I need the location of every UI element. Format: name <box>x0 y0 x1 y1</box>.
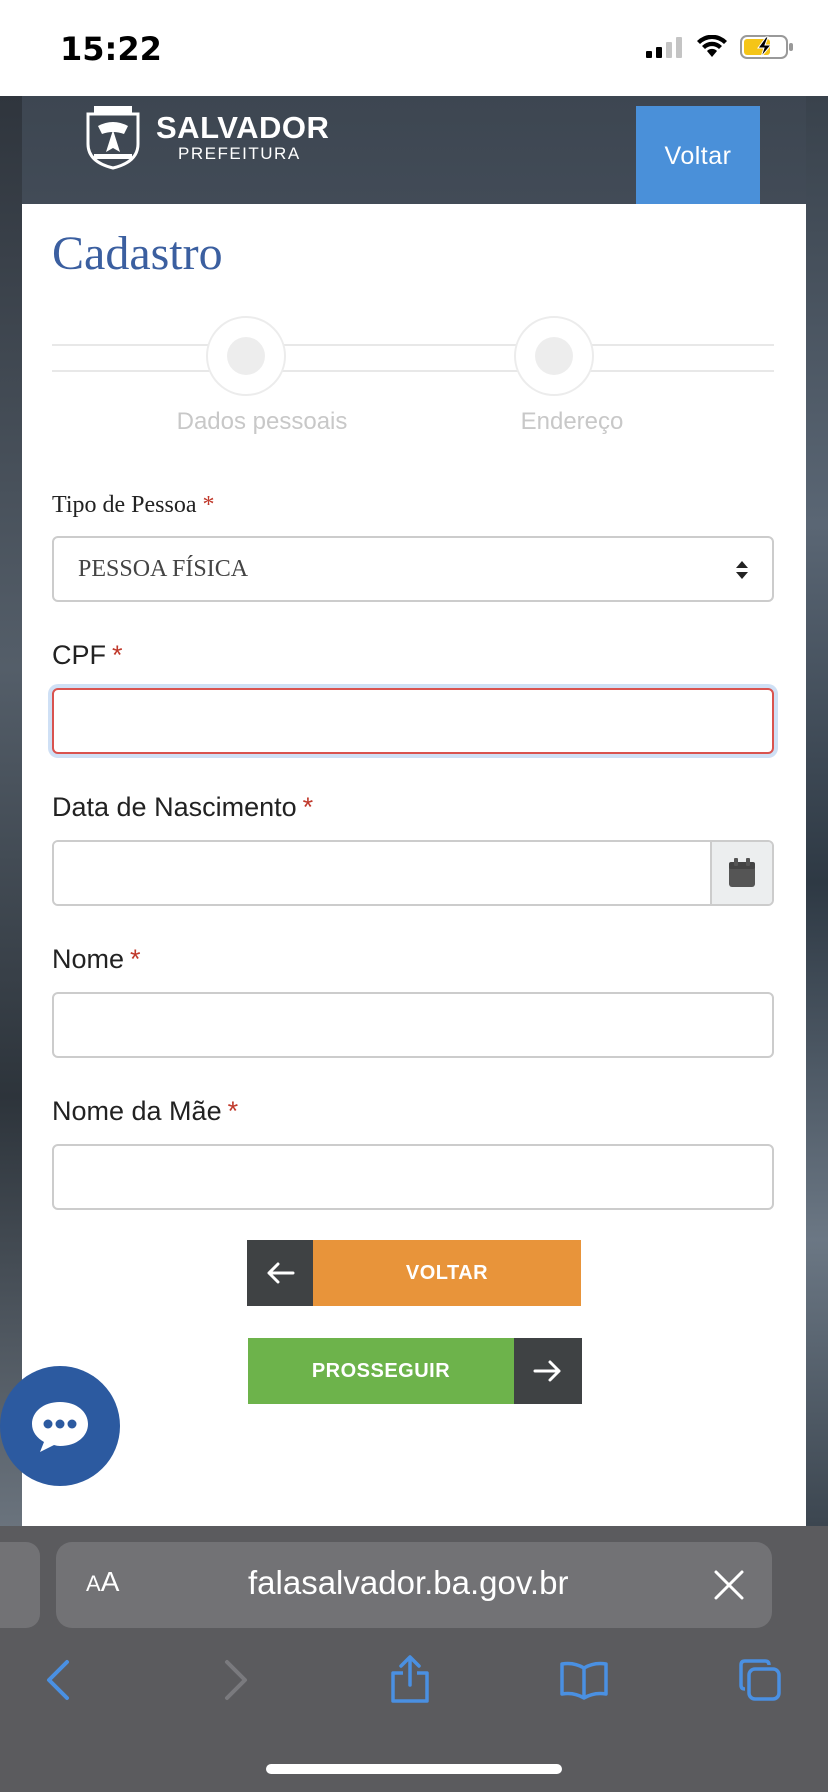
chat-button[interactable] <box>0 1366 120 1486</box>
previous-tab-preview[interactable] <box>0 1542 40 1628</box>
status-icons <box>646 34 794 60</box>
bookmarks-button[interactable] <box>554 1652 614 1708</box>
back-button-label: VOLTAR <box>313 1240 581 1306</box>
step-2-label: Endereço <box>520 408 624 435</box>
cpf-label: CPF * <box>52 640 123 670</box>
back-button[interactable]: VOLTAR <box>247 1240 581 1306</box>
home-indicator <box>266 1764 562 1774</box>
continue-button-label: PROSSEGUIR <box>248 1338 514 1404</box>
progress-stepper: Dados pessoais Endereço <box>52 312 774 452</box>
text-size-button[interactable]: AA <box>86 1566 119 1598</box>
stepper-line-top <box>52 344 774 346</box>
step-1-indicator <box>206 316 286 396</box>
required-marker: * <box>112 640 123 670</box>
calendar-icon <box>729 858 755 887</box>
header-back-button[interactable]: Voltar <box>636 106 760 206</box>
cellular-signal-icon <box>646 37 682 58</box>
name-label: Nome * <box>52 944 141 974</box>
person-type-value: PESSOA FÍSICA <box>78 555 249 582</box>
cpf-input[interactable] <box>52 688 774 754</box>
tabs-button[interactable] <box>730 1652 790 1708</box>
required-marker: * <box>302 792 314 822</box>
required-marker: * <box>202 492 215 518</box>
background-left-edge <box>0 96 22 1526</box>
step-1-label: Dados pessoais <box>176 408 348 435</box>
book-icon <box>560 1661 608 1700</box>
status-bar: 15:22 <box>0 0 828 96</box>
salvador-logo[interactable]: SALVADOR PREFEITURA <box>80 104 329 170</box>
name-input[interactable] <box>52 992 774 1058</box>
forward-nav-button[interactable] <box>206 1652 266 1708</box>
close-icon[interactable] <box>712 1568 746 1602</box>
chevron-right-icon <box>225 1660 247 1700</box>
logo-subtitle: PREFEITURA <box>178 144 301 163</box>
step-2-indicator <box>514 316 594 396</box>
birth-date-group <box>52 840 774 906</box>
select-arrows-icon <box>736 561 748 579</box>
mother-name-label: Nome da Mãe * <box>52 1096 239 1126</box>
mother-name-input[interactable] <box>52 1144 774 1210</box>
url-text: falasalvador.ba.gov.br <box>248 1564 569 1601</box>
stepper-line-bottom <box>52 370 774 372</box>
birth-date-input[interactable] <box>54 842 712 904</box>
person-type-select[interactable]: PESSOA FÍSICA <box>52 536 774 602</box>
wifi-icon <box>697 35 727 57</box>
calendar-button[interactable] <box>710 842 772 904</box>
continue-button[interactable]: PROSSEGUIR <box>248 1338 582 1404</box>
arrow-left-icon <box>267 1262 295 1284</box>
background-right-edge <box>806 96 828 1526</box>
city-crest-icon <box>86 106 140 170</box>
logo-title: SALVADOR <box>156 110 330 145</box>
tabs-icon <box>739 1659 781 1701</box>
share-icon <box>391 1655 429 1703</box>
birth-date-label: Data de Nascimento * <box>52 792 314 822</box>
arrow-right-icon <box>533 1360 561 1382</box>
back-nav-button[interactable] <box>28 1652 88 1708</box>
chat-icon <box>32 1402 88 1452</box>
form-card: Cadastro Dados pessoais Endereço Tipo de… <box>22 204 806 1526</box>
person-type-label: Tipo de Pessoa * <box>52 492 215 518</box>
battery-charging-icon <box>740 35 793 59</box>
chevron-left-icon <box>47 1660 69 1700</box>
required-marker: * <box>227 1096 239 1126</box>
page-title: Cadastro <box>52 227 223 280</box>
status-time: 15:22 <box>60 30 162 68</box>
required-marker: * <box>130 944 141 974</box>
share-button[interactable] <box>380 1652 440 1708</box>
